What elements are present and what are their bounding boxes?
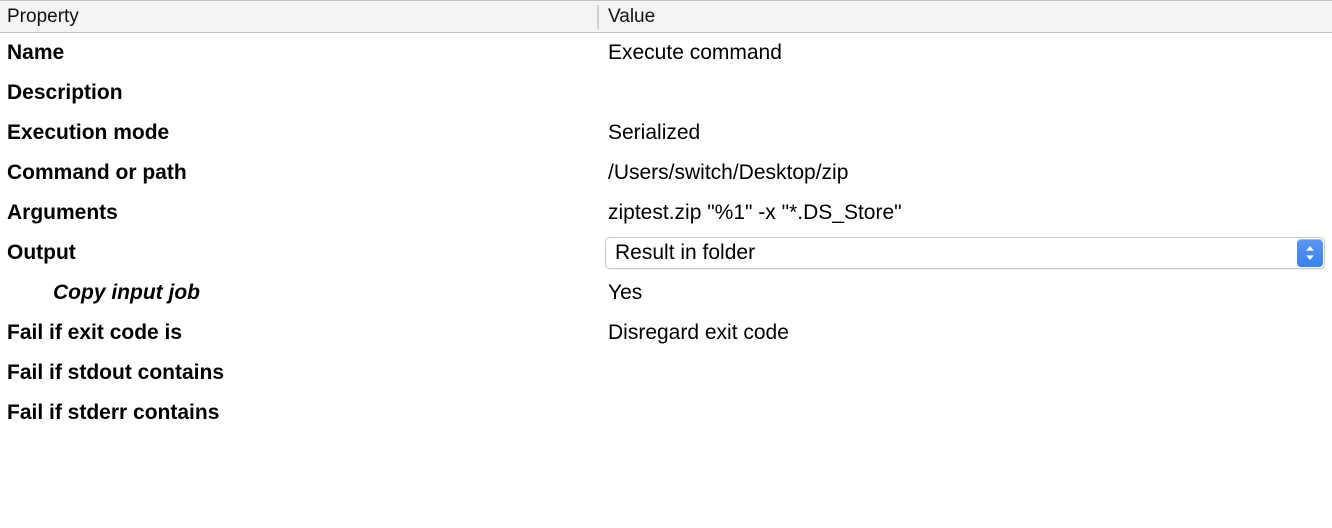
row-label-fail-if-exit-code-is: Fail if exit code is bbox=[7, 321, 183, 344]
output-select-value: Result in folder bbox=[615, 241, 756, 264]
row-value-copy-input-job[interactable]: Yes bbox=[608, 273, 642, 313]
row-value-fail-if-exit-code-is[interactable]: Disregard exit code bbox=[608, 313, 789, 353]
column-header-property[interactable]: Property bbox=[7, 1, 79, 32]
property-value-table: Property Value Name Execute command Desc… bbox=[0, 0, 1332, 528]
output-select[interactable]: Result in folder bbox=[605, 237, 1325, 269]
table-row[interactable]: Name Execute command bbox=[0, 33, 1332, 73]
row-value-name[interactable]: Execute command bbox=[608, 33, 782, 73]
table-row[interactable]: Execution mode Serialized bbox=[0, 113, 1332, 153]
table-row[interactable]: Fail if exit code is Disregard exit code bbox=[0, 313, 1332, 353]
table-row[interactable]: Arguments ziptest.zip "%1" -x "*.DS_Stor… bbox=[0, 193, 1332, 233]
chevron-up-down-icon[interactable] bbox=[1297, 239, 1323, 267]
row-label-command-or-path: Command or path bbox=[7, 161, 187, 184]
row-label-copy-input-job: Copy input job bbox=[53, 281, 200, 304]
table-row[interactable]: Command or path /Users/switch/Desktop/zi… bbox=[0, 153, 1332, 193]
row-label-description: Description bbox=[7, 81, 123, 104]
row-value-command-or-path[interactable]: /Users/switch/Desktop/zip bbox=[608, 153, 848, 193]
row-label-fail-if-stderr-contains: Fail if stderr contains bbox=[7, 401, 220, 424]
table-row[interactable]: Output Result in folder bbox=[0, 233, 1332, 273]
column-divider[interactable] bbox=[597, 5, 599, 29]
row-value-execution-mode[interactable]: Serialized bbox=[608, 113, 700, 153]
row-label-output: Output bbox=[7, 241, 76, 264]
row-label-fail-if-stdout-contains: Fail if stdout contains bbox=[7, 361, 225, 384]
table-row[interactable]: Fail if stderr contains bbox=[0, 393, 1332, 433]
column-header-value[interactable]: Value bbox=[608, 1, 655, 32]
table-header-row: Property Value bbox=[0, 0, 1332, 33]
row-label-name: Name bbox=[7, 41, 65, 64]
row-label-execution-mode: Execution mode bbox=[7, 121, 170, 144]
row-value-arguments[interactable]: ziptest.zip "%1" -x "*.DS_Store" bbox=[608, 193, 902, 233]
table-row[interactable]: Copy input job Yes bbox=[0, 273, 1332, 313]
table-body: Name Execute command Description Executi… bbox=[0, 33, 1332, 433]
table-row[interactable]: Description bbox=[0, 73, 1332, 113]
table-row[interactable]: Fail if stdout contains bbox=[0, 353, 1332, 393]
row-label-arguments: Arguments bbox=[7, 201, 118, 224]
